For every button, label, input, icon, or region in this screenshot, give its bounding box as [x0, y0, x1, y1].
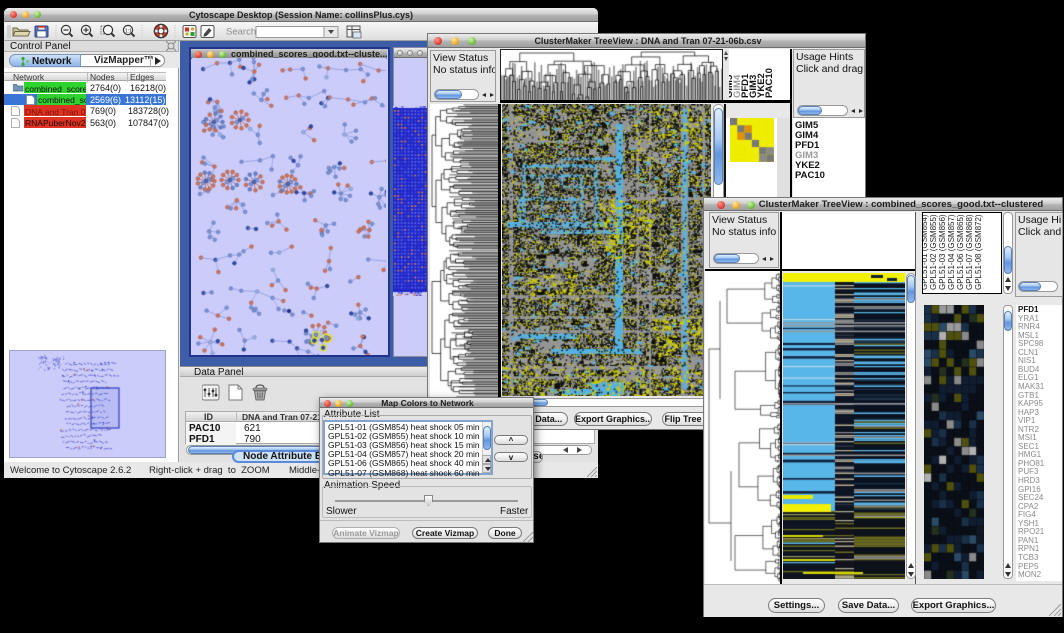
- svg-text:PAC10: PAC10: [764, 68, 775, 98]
- svg-text:GPL51-02 (GSM855): GPL51-02 (GSM855): [929, 214, 938, 290]
- svg-text:GPL51-06 (GSM865): GPL51-06 (GSM865): [956, 214, 965, 290]
- svg-text:GPL51-07 (GSM868): GPL51-07 (GSM868): [965, 214, 974, 290]
- svg-text:GPL51-04 (GSM857): GPL51-04 (GSM857): [947, 214, 956, 290]
- svg-text:1:1: 1:1: [125, 29, 132, 35]
- svg-text:GPL51-03 (GSM856): GPL51-03 (GSM856): [938, 214, 947, 290]
- svg-text:GPL51-08 (GSM872): GPL51-08 (GSM872): [974, 214, 983, 290]
- svg-text:Search:: Search:: [226, 27, 259, 38]
